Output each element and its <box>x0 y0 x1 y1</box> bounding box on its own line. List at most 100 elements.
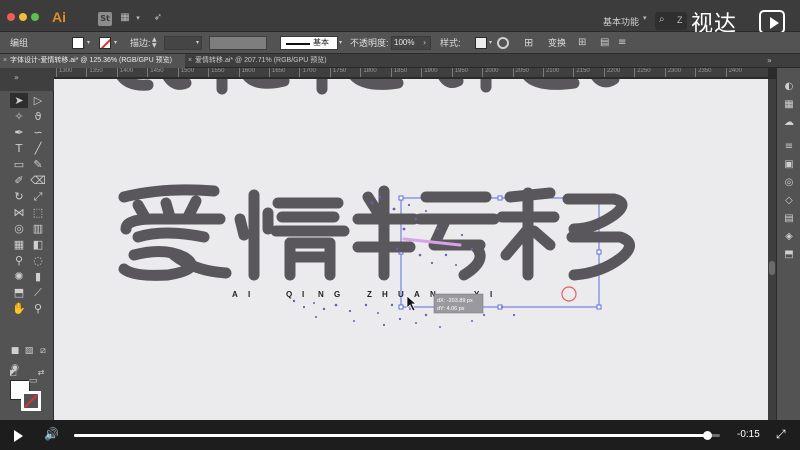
align-icon[interactable]: ⊞ <box>524 36 538 50</box>
ruler-tick-label: 1400 <box>116 68 133 77</box>
none-mode-icon[interactable]: ⧄ <box>34 344 52 359</box>
title-glyphs[interactable] <box>118 184 635 281</box>
glyph-qing[interactable] <box>234 189 350 281</box>
chevron-right-icon[interactable]: › <box>423 32 426 54</box>
window-minimize-button[interactable] <box>19 13 27 21</box>
zoom-tool-icon[interactable]: ⚲ <box>29 301 47 316</box>
ruler-tick-label: 1750 <box>329 68 346 77</box>
window-zoom-button[interactable] <box>31 13 39 21</box>
close-icon[interactable]: × <box>188 54 192 68</box>
scrollbar-thumb[interactable] <box>769 261 775 275</box>
glyph-ai[interactable] <box>118 184 232 281</box>
gradient-panel-icon[interactable]: ▣ <box>782 158 796 172</box>
stock-icon[interactable]: St <box>98 12 112 26</box>
color-panel-icon[interactable]: ◐ <box>782 80 796 94</box>
search-icon: ⌕ <box>659 14 665 25</box>
fill-swatch[interactable] <box>72 37 84 49</box>
chevron-down-icon[interactable]: ▾ <box>114 32 117 54</box>
video-progress-bar[interactable] <box>74 431 720 440</box>
toolbar-grip[interactable]: » <box>0 68 54 91</box>
brush-definition-dropdown[interactable]: 基本 <box>280 36 338 50</box>
play-icon[interactable] <box>14 430 23 442</box>
line-segment-tool-icon[interactable]: ╱ <box>29 141 47 156</box>
rotate-tool-icon[interactable]: ↻ <box>10 189 28 204</box>
document-tab[interactable]: × 爱情转移.ai* @ 207.71% (RGB/GPU 预览) <box>185 54 375 68</box>
stroke-color-swatch[interactable] <box>21 391 41 411</box>
slice-tool-icon[interactable]: ⟋ <box>29 285 47 300</box>
selection-tool-icon[interactable]: ➤ <box>10 93 28 108</box>
recolor-artwork-icon[interactable] <box>497 37 509 49</box>
mesh-tool-icon[interactable]: ▦ <box>10 237 28 252</box>
artboard-tool-icon[interactable]: ⬒ <box>10 285 28 300</box>
screen-mode-icon[interactable]: ▭ <box>24 374 42 389</box>
workspace-switcher[interactable]: 基本功能 <box>603 15 639 28</box>
close-icon[interactable]: × <box>3 54 7 68</box>
chevron-down-icon[interactable]: ▾ <box>87 32 90 54</box>
paintbrush-tool-icon[interactable]: ✎ <box>29 157 47 172</box>
shaper-tool-icon[interactable]: ✐ <box>10 173 28 188</box>
select-similar-icon[interactable]: ▤ <box>600 32 609 54</box>
fullscreen-icon[interactable]: ⤢ <box>776 427 786 442</box>
graphic-styles-icon[interactable]: ▤ <box>782 212 796 226</box>
perspective-grid-tool-icon[interactable]: ▥ <box>29 221 47 236</box>
cc-libraries-icon[interactable]: ☁ <box>782 116 796 130</box>
appearance-panel-icon[interactable]: ◇ <box>782 194 796 208</box>
volume-icon[interactable]: 🔊 <box>44 427 59 441</box>
collapse-panels-icon[interactable]: » <box>767 56 772 65</box>
chevron-down-icon[interactable]: ▾ <box>643 14 647 22</box>
chevron-down-icon[interactable]: ▾ <box>196 32 199 54</box>
stroke-stepper-icon[interactable]: ▲ ▼ <box>152 37 162 49</box>
ruler-tick-label: 1600 <box>238 68 255 77</box>
scale-tool-icon[interactable]: ⤢ <box>29 189 47 204</box>
hand-tool-icon[interactable]: ✋ <box>10 301 28 316</box>
ruler-tick-label: 1450 <box>147 68 164 77</box>
gradient-tool-icon[interactable]: ◧ <box>29 237 47 252</box>
graphic-style-swatch[interactable] <box>475 37 487 49</box>
symbol-sprayer-tool-icon[interactable]: ✺ <box>10 269 28 284</box>
pen-tool-icon[interactable]: ✒ <box>10 125 28 140</box>
send-icon[interactable]: ➶ <box>151 12 165 24</box>
type-tool-icon[interactable]: T <box>10 141 28 156</box>
stroke-swatch[interactable] <box>99 37 111 49</box>
column-graph-tool-icon[interactable]: ▮ <box>29 269 47 284</box>
glyph-yi[interactable] <box>496 187 635 281</box>
color-guide-icon[interactable]: ▦ <box>782 98 796 112</box>
expand-toolbar-icon[interactable]: » <box>14 73 19 82</box>
variable-width-profile[interactable] <box>209 36 267 50</box>
draw-normal-icon[interactable]: ◉ <box>6 361 24 376</box>
stroke-label[interactable]: 描边: <box>130 32 151 54</box>
curvature-tool-icon[interactable]: ∽ <box>29 125 47 140</box>
vertical-scrollbar[interactable] <box>768 79 776 420</box>
artboard-canvas[interactable]: A I Q I N G Z H U A N Y I dX: -203.89 px… <box>54 79 768 420</box>
document-tab-bar: × 字体设计-爱情转移.ai* @ 125.36% (RGB/GPU 预览) ×… <box>0 54 800 68</box>
stroke-panel-icon[interactable]: ≡ <box>782 140 796 154</box>
shape-builder-tool-icon[interactable]: ◎ <box>10 221 28 236</box>
glyph-zhuan[interactable] <box>352 185 500 281</box>
layers-panel-icon[interactable]: ◈ <box>782 230 796 244</box>
eraser-tool-icon[interactable]: ⌫ <box>29 173 47 188</box>
video-progress-knob[interactable] <box>703 431 713 440</box>
panel-menu-icon[interactable]: ≡ <box>618 32 626 54</box>
rectangle-tool-icon[interactable]: ▭ <box>10 157 28 172</box>
opacity-label[interactable]: 不透明度: <box>350 32 389 54</box>
ruler-tick-label: 1300 <box>56 68 72 77</box>
free-transform-tool-icon[interactable]: ⬚ <box>29 205 47 220</box>
blend-tool-icon[interactable]: ◌ <box>29 253 47 268</box>
magic-wand-tool-icon[interactable]: ✧ <box>10 109 28 124</box>
direct-selection-tool-icon[interactable]: ▷ <box>29 93 47 108</box>
transform-button[interactable]: 变换 <box>548 32 566 54</box>
arrange-documents-icon[interactable]: ▦ <box>118 12 132 24</box>
isolate-group-icon[interactable]: ⊞ <box>578 32 586 54</box>
artboards-panel-icon[interactable]: ⬒ <box>782 248 796 262</box>
chevron-down-icon[interactable]: ▾ <box>489 32 492 54</box>
document-tab[interactable]: × 字体设计-爱情转移.ai* @ 125.36% (RGB/GPU 预览) <box>0 54 185 68</box>
search-stock-field[interactable]: ⌕ Z <box>655 12 687 30</box>
transparency-panel-icon[interactable]: ◎ <box>782 176 796 190</box>
eyedropper-tool-icon[interactable]: ⚲ <box>10 253 28 268</box>
chevron-down-icon[interactable]: ▾ <box>131 12 145 24</box>
window-close-button[interactable] <box>7 13 15 21</box>
width-tool-icon[interactable]: ⋈ <box>10 205 28 220</box>
horizontal-ruler[interactable]: 1300 1350 1400 1450 1500 1550 1600 1650 1700 1750… <box>54 68 768 78</box>
lasso-tool-icon[interactable]: ϑ <box>29 109 47 124</box>
chevron-down-icon[interactable]: ▾ <box>339 32 342 54</box>
